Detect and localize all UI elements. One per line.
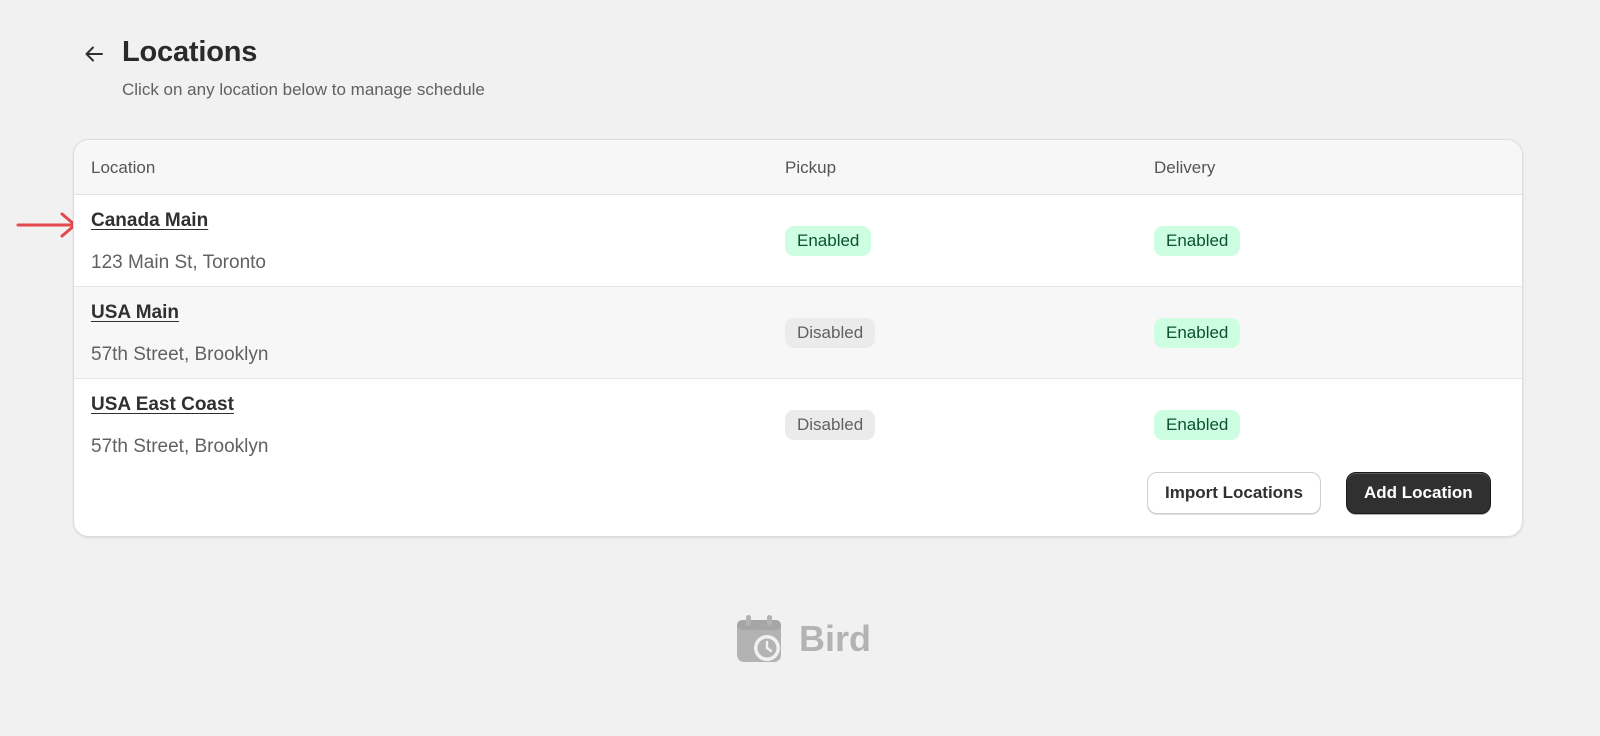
location-name-link[interactable]: USA East Coast — [91, 394, 234, 416]
delivery-status-badge: Enabled — [1154, 318, 1241, 348]
column-header-location: Location — [91, 158, 156, 177]
column-header-delivery: Delivery — [1154, 158, 1216, 177]
brand-name: Bird — [799, 618, 871, 659]
page-title: Locations — [122, 36, 258, 68]
locations-table: Location Pickup Delivery Canada Main 123… — [73, 139, 1523, 537]
column-header-pickup: Pickup — [785, 158, 837, 177]
location-address: 57th Street, Brooklyn — [91, 344, 269, 365]
table-row[interactable]: USA East Coast 57th Street, Brooklyn Dis… — [74, 379, 1522, 471]
page-subtitle: Click on any location below to manage sc… — [122, 80, 485, 99]
location-name-link[interactable]: USA Main — [91, 302, 179, 324]
location-name-link[interactable]: Canada Main — [91, 210, 208, 232]
table-row[interactable]: USA Main 57th Street, Brooklyn Disabled … — [74, 287, 1522, 379]
annotation-arrow-icon — [16, 212, 77, 238]
import-locations-button[interactable]: Import Locations — [1147, 472, 1321, 514]
pickup-status-badge: Disabled — [785, 410, 876, 440]
pickup-status-badge: Disabled — [785, 318, 876, 348]
add-location-button[interactable]: Add Location — [1346, 472, 1491, 514]
delivery-status-badge: Enabled — [1154, 410, 1241, 440]
calendar-clock-icon — [737, 615, 781, 662]
table-row[interactable]: Canada Main 123 Main St, Toronto Enabled… — [74, 195, 1522, 287]
delivery-status-badge: Enabled — [1154, 226, 1241, 256]
arrow-left-icon — [85, 46, 103, 62]
location-address: 123 Main St, Toronto — [91, 252, 266, 273]
pickup-status-badge: Enabled — [785, 226, 872, 256]
page: Locations Click on any location below to… — [0, 0, 1600, 736]
location-address: 57th Street, Brooklyn — [91, 436, 269, 457]
table-header: Location Pickup Delivery — [74, 140, 1522, 195]
back-button[interactable] — [80, 40, 108, 68]
